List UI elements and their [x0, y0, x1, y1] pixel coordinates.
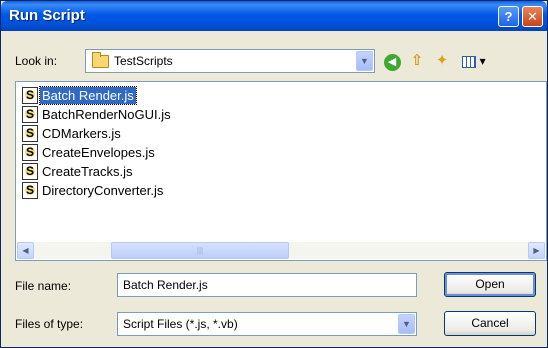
list-item[interactable]: S CreateTracks.js [22, 162, 135, 181]
chevron-down-icon[interactable]: ▼ [356, 51, 373, 71]
script-file-glyph: S [25, 88, 34, 102]
up-folder-button[interactable]: ⇧ [406, 50, 428, 72]
file-type-label: Files of type: [15, 317, 84, 331]
help-button[interactable]: ? [498, 6, 519, 27]
file-type-combo[interactable]: Script Files (*.js, *.vb) ▼ [117, 312, 417, 336]
look-in-combo[interactable]: TestScripts ▼ [85, 49, 375, 73]
script-file-glyph: S [25, 107, 34, 121]
script-file-icon: S [22, 144, 38, 161]
script-file-glyph: S [25, 183, 34, 197]
view-grid-icon [462, 55, 477, 68]
new-folder-icon: ✦ [435, 52, 449, 69]
file-type-value: Script Files (*.js, *.vb) [123, 317, 238, 331]
file-name: CreateEnvelopes.js [42, 145, 155, 160]
list-item[interactable]: S DirectoryConverter.js [22, 181, 165, 200]
file-name: DirectoryConverter.js [42, 183, 164, 198]
folder-icon [92, 52, 109, 68]
script-file-glyph: S [25, 126, 34, 140]
script-file-icon: S [22, 163, 38, 180]
file-name: CreateTracks.js [42, 164, 133, 179]
scroll-thumb[interactable]: ||| [111, 242, 289, 259]
script-file-icon: S [22, 87, 38, 104]
script-file-icon: S [22, 106, 38, 123]
chevron-down-icon[interactable]: ▼ [398, 314, 415, 334]
back-arrow-icon: ◀ [383, 54, 401, 71]
script-file-icon: S [22, 125, 38, 142]
file-name: BatchRenderNoGUI.js [42, 107, 171, 122]
script-file-glyph: S [25, 164, 34, 178]
scroll-right-button[interactable]: ▶ [528, 242, 545, 259]
script-file-icon: S [22, 182, 38, 199]
open-button[interactable]: Open [444, 272, 536, 297]
back-button[interactable]: ◀ [381, 50, 403, 72]
chevron-down-icon: ▾ [476, 54, 486, 68]
file-name-input[interactable]: Batch Render.js [117, 273, 417, 297]
list-item[interactable]: S CreateEnvelopes.js [22, 143, 157, 162]
window-title: Run Script [9, 7, 85, 24]
list-item[interactable]: S BatchRenderNoGUI.js [22, 105, 173, 124]
script-file-glyph: S [25, 145, 34, 159]
up-folder-icon: ⇧ [410, 52, 424, 69]
title-bar[interactable]: Run Script ? ✕ [1, 1, 547, 31]
look-in-label: Look in: [15, 54, 58, 68]
scroll-left-button[interactable]: ◀ [17, 242, 34, 259]
cancel-button[interactable]: Cancel [444, 311, 536, 336]
file-name: CDMarkers.js [42, 126, 121, 141]
run-script-dialog: Run Script ? ✕ Look in: TestScripts ▼ ◀ … [0, 0, 548, 348]
file-name: Batch Render.js [39, 86, 137, 105]
file-list[interactable]: S DirectoryConverter.js S CreateTracks.js S C… [15, 81, 547, 261]
file-name-label: File name: [15, 279, 72, 293]
list-item[interactable]: S Batch Render.js [22, 86, 137, 105]
horizontal-scrollbar[interactable]: ◀ ||| ▶ [17, 242, 545, 259]
new-folder-button[interactable]: ✦ [431, 50, 453, 72]
list-item[interactable]: S CDMarkers.js [22, 124, 123, 143]
look-in-value: TestScripts [114, 54, 173, 68]
view-menu-button[interactable]: ▾ [457, 50, 491, 72]
close-button[interactable]: ✕ [522, 6, 543, 27]
